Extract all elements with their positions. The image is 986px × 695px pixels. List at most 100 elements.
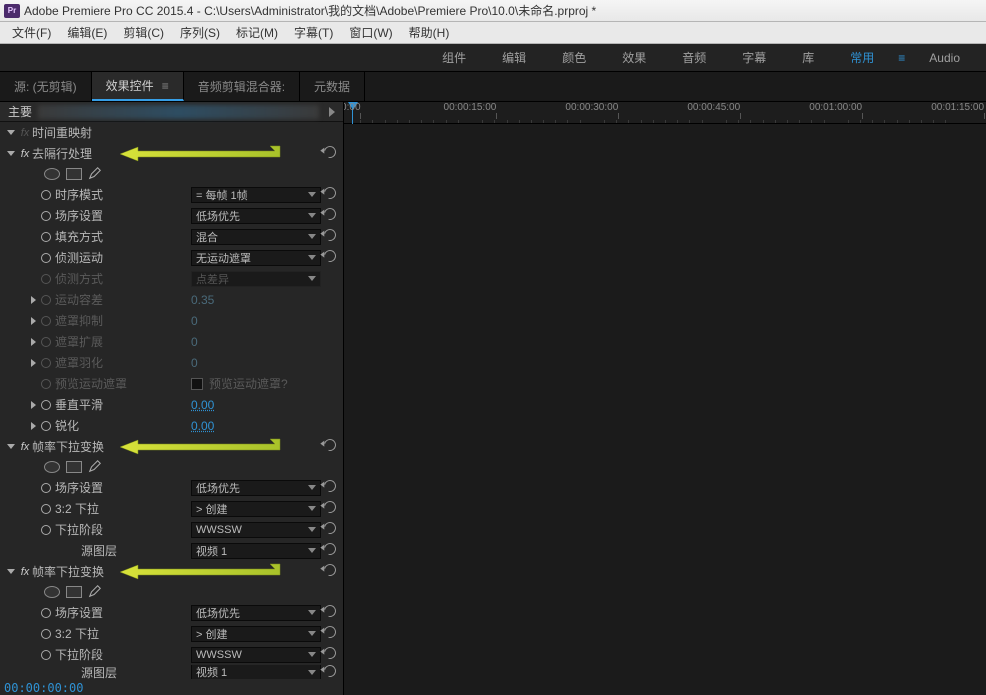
menu-item[interactable]: 文件(F) [4,22,59,43]
reset-button[interactable] [321,647,339,662]
menu-item[interactable]: 序列(S) [172,22,228,43]
stopwatch-icon[interactable] [40,399,52,411]
twirl-icon[interactable] [28,295,38,305]
reset-button[interactable] [321,480,339,495]
current-timecode[interactable]: 00:00:00:00 [4,681,83,695]
effect-header[interactable]: fx帧率下拉变换 [0,436,343,457]
show-timeline-icon[interactable] [325,105,339,119]
twirl-icon[interactable] [6,128,16,138]
effect-header[interactable]: fx时间重映射 [0,122,343,143]
property-dropdown[interactable]: 点差异 [191,271,321,287]
property-dropdown[interactable]: = 每帧 1帧 [191,187,321,203]
twirl-icon[interactable] [28,400,38,410]
workspace-tab[interactable]: 库 [784,44,832,71]
workspace-tab[interactable]: 效果 [604,44,664,71]
workspace-tab[interactable]: 音频 [664,44,724,71]
property-dropdown[interactable]: 混合 [191,229,321,245]
stopwatch-icon[interactable] [40,336,52,348]
twirl-icon[interactable] [28,358,38,368]
property-checkbox[interactable] [191,378,203,390]
twirl-icon[interactable] [28,337,38,347]
mask-rect-icon[interactable] [66,586,82,598]
workspace-tab[interactable]: 字幕 [724,44,784,71]
reset-button[interactable] [321,250,339,265]
twirl-icon[interactable] [6,149,16,159]
effect-header[interactable]: fx去隔行处理 [0,143,343,164]
property-value[interactable]: 0 [191,314,198,328]
reset-button[interactable] [321,501,339,516]
mask-pen-icon[interactable] [88,166,102,183]
stopwatch-icon[interactable] [40,231,52,243]
stopwatch-icon[interactable] [40,649,52,661]
stopwatch-icon[interactable] [40,252,52,264]
twirl-icon[interactable] [28,316,38,326]
property-value[interactable]: 0.00 [191,419,214,433]
reset-button[interactable] [321,605,339,620]
mask-rect-icon[interactable] [66,461,82,473]
reset-button[interactable] [321,522,339,537]
panel-tab[interactable]: 元数据 [300,72,365,101]
fx-badge-icon[interactable]: fx [18,566,32,578]
property-dropdown[interactable]: 低场优先 [191,480,321,496]
reset-button[interactable] [321,208,339,223]
mask-rect-icon[interactable] [66,168,82,180]
menu-item[interactable]: 编辑(E) [59,22,115,43]
stopwatch-icon[interactable] [40,315,52,327]
panel-menu-icon[interactable]: ≡ [162,79,169,93]
reset-button[interactable] [321,543,339,558]
menu-item[interactable]: 剪辑(C) [115,22,172,43]
stopwatch-icon[interactable] [40,482,52,494]
reset-button[interactable] [321,439,339,454]
workspace-tab[interactable]: Audio [911,44,978,71]
reset-button[interactable] [321,626,339,641]
effect-header[interactable]: fx帧率下拉变换 [0,561,343,582]
fx-badge-icon[interactable]: fx [18,127,32,139]
workspace-menu-icon[interactable]: ≡ [892,51,911,65]
panel-tab[interactable]: 效果控件≡ [92,72,184,101]
mask-ellipse-icon[interactable] [44,586,60,598]
reset-button[interactable] [321,187,339,202]
property-dropdown[interactable]: 视频 1 [191,665,321,679]
time-ruler[interactable]: 00:0000:00:15:0000:00:30:0000:00:45:0000… [344,102,986,124]
property-value[interactable]: 0.35 [191,293,214,307]
property-value[interactable]: 0.00 [191,398,214,412]
property-value[interactable]: 0 [191,335,198,349]
stopwatch-icon[interactable] [40,273,52,285]
fx-badge-icon[interactable]: fx [18,441,32,453]
stopwatch-icon[interactable] [40,357,52,369]
property-dropdown[interactable]: 视频 1 [191,543,321,559]
stopwatch-icon[interactable] [40,294,52,306]
menu-item[interactable]: 标记(M) [228,22,286,43]
workspace-tab[interactable]: 常用 [832,44,892,71]
reset-button[interactable] [321,564,339,579]
twirl-icon[interactable] [6,442,16,452]
reset-button[interactable] [321,229,339,244]
mask-ellipse-icon[interactable] [44,461,60,473]
stopwatch-icon[interactable] [40,628,52,640]
stopwatch-icon[interactable] [40,524,52,536]
property-dropdown[interactable]: > 创建 [191,501,321,517]
workspace-tab[interactable]: 组件 [424,44,484,71]
twirl-icon[interactable] [28,421,38,431]
menu-item[interactable]: 窗口(W) [341,22,400,43]
menu-item[interactable]: 帮助(H) [401,22,458,43]
reset-button[interactable] [321,665,339,679]
workspace-tab[interactable]: 颜色 [544,44,604,71]
fx-badge-icon[interactable]: fx [18,148,32,160]
panel-tab[interactable]: 源: (无剪辑) [0,72,92,101]
mask-pen-icon[interactable] [88,584,102,601]
stopwatch-icon[interactable] [40,378,52,390]
property-dropdown[interactable]: 低场优先 [191,605,321,621]
reset-button[interactable] [321,146,339,161]
mask-pen-icon[interactable] [88,459,102,476]
property-dropdown[interactable]: > 创建 [191,626,321,642]
stopwatch-icon[interactable] [40,420,52,432]
property-dropdown[interactable]: 无运动遮罩 [191,250,321,266]
stopwatch-icon[interactable] [40,210,52,222]
panel-tab[interactable]: 音频剪辑混合器: [184,72,300,101]
keyframe-area[interactable] [344,124,986,695]
property-dropdown[interactable]: WWSSW [191,647,321,663]
menu-item[interactable]: 字幕(T) [286,22,341,43]
twirl-icon[interactable] [6,567,16,577]
property-value[interactable]: 0 [191,356,198,370]
